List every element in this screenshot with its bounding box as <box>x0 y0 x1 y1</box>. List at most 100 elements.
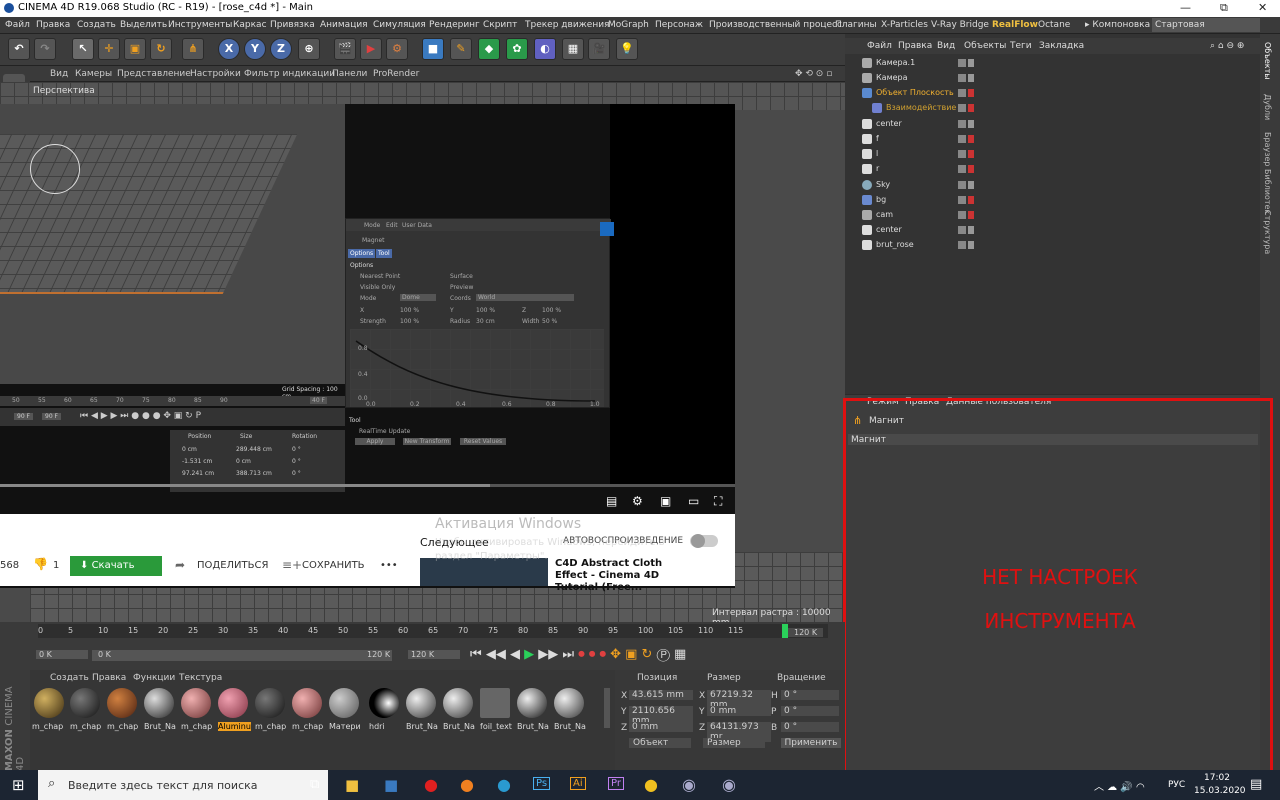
menu-snap[interactable]: Привязка <box>270 20 315 30</box>
visibility-dot[interactable] <box>968 241 974 249</box>
minimize-button[interactable]: — <box>1180 1 1191 14</box>
download-button[interactable]: ⬇ Скачать <box>70 556 162 576</box>
visibility-dot[interactable] <box>968 104 974 112</box>
mat-menu-create[interactable]: Создать <box>50 673 89 683</box>
vp-menu-prorender[interactable]: ProRender <box>373 69 419 79</box>
mat-menu-edit[interactable]: Правка <box>92 673 126 683</box>
pos-z-field[interactable]: 0 mm <box>629 722 693 732</box>
size-y-field[interactable]: 0 mm <box>707 706 771 716</box>
cube-button[interactable]: ■ <box>422 38 444 60</box>
vp-menu-cameras[interactable]: Камеры <box>75 69 112 79</box>
clock-date[interactable]: 15.03.2020 <box>1194 786 1246 796</box>
y-axis-button[interactable]: Y <box>244 38 266 60</box>
rot-p-field[interactable]: 0 ° <box>781 706 839 716</box>
menu-animate[interactable]: Анимация <box>320 20 368 30</box>
visibility-dot[interactable] <box>968 226 974 234</box>
material-ball[interactable] <box>70 688 100 718</box>
undo-button[interactable]: ↶ <box>8 38 30 60</box>
notifications-icon[interactable]: ▤ <box>1250 777 1262 792</box>
vp-menu-view[interactable]: Вид <box>50 69 68 79</box>
visibility-dot[interactable] <box>968 89 974 97</box>
clock-time[interactable]: 17:02 <box>1204 773 1230 783</box>
menu-vray[interactable]: V-Ray Bridge <box>931 20 989 30</box>
menu-create[interactable]: Создать <box>77 20 116 30</box>
material-scrollbar[interactable] <box>604 688 610 728</box>
object-row[interactable]: brut_rose <box>848 238 1258 253</box>
object-row[interactable]: l <box>848 147 1258 162</box>
menu-xparticles[interactable]: X-Particles <box>881 20 928 30</box>
menu-plugins[interactable]: Плагины <box>835 20 877 30</box>
object-row[interactable]: Камера.1 <box>848 56 1258 71</box>
language-indicator[interactable]: РУС <box>1168 780 1185 790</box>
telegram-icon[interactable]: ● <box>497 775 511 794</box>
material-ball[interactable] <box>107 688 137 718</box>
coord-system-button[interactable]: ⊕ <box>298 38 320 60</box>
theater-icon[interactable]: ▭ <box>688 494 699 508</box>
key-icons[interactable]: ✥ ▣ ↻ <box>610 647 652 662</box>
visibility-dot[interactable] <box>968 211 974 219</box>
menu-script[interactable]: Скрипт <box>483 20 517 30</box>
visibility-dot[interactable] <box>968 135 974 143</box>
explorer-icon[interactable]: ■ <box>345 776 359 794</box>
material-ball[interactable] <box>255 688 285 718</box>
fullscreen-icon[interactable]: ⛶ <box>714 494 722 509</box>
video-progress[interactable] <box>0 484 735 487</box>
move-tool-button[interactable]: ✛ <box>98 38 120 60</box>
object-row[interactable]: cam <box>848 208 1258 223</box>
visibility-dot[interactable] <box>968 74 974 82</box>
object-row-selected[interactable]: Объект Плоскость <box>848 86 1258 101</box>
material-ball[interactable] <box>554 688 584 718</box>
windows-start-icon[interactable]: ⊞ <box>12 776 25 794</box>
save-icon[interactable]: ≡+ <box>282 558 302 572</box>
tab-takes[interactable]: Дубли <box>1263 94 1272 120</box>
premiere-icon[interactable]: Pr <box>608 777 624 790</box>
object-row-child[interactable]: Взаимодействие <box>848 101 1258 116</box>
firefox-icon[interactable]: ● <box>460 775 474 794</box>
light-button[interactable]: 💡 <box>616 38 638 60</box>
object-row[interactable]: Камера <box>848 71 1258 86</box>
object-row[interactable]: r <box>848 162 1258 177</box>
obj-menu-file[interactable]: Файл <box>867 41 892 51</box>
dislike-icon[interactable]: 👎 <box>33 557 48 571</box>
vp-menu-display[interactable]: Представление <box>117 69 191 79</box>
material-ball[interactable] <box>34 688 64 718</box>
menu-select[interactable]: Выделить <box>120 20 167 30</box>
visibility-dot[interactable] <box>968 165 974 173</box>
camera-button[interactable]: 🎥 <box>588 38 610 60</box>
scale-tool-button[interactable]: ▣ <box>124 38 146 60</box>
visibility-dot[interactable] <box>968 150 974 158</box>
transport-controls[interactable]: ⏮ ◀◀ ◀ ▶ ▶▶ ⏭ ⏺ ⏺ ⏺ ✥ ▣ ↻ Ⓟ ▦ <box>470 647 686 662</box>
floor-button[interactable]: ▦ <box>562 38 584 60</box>
visibility-dot[interactable] <box>968 196 974 204</box>
object-row[interactable]: center <box>848 117 1258 132</box>
material-ball[interactable] <box>517 688 547 718</box>
material-ball[interactable] <box>443 688 473 718</box>
miniplayer-icon[interactable]: ▣ <box>660 494 671 508</box>
material-ball[interactable] <box>480 688 510 718</box>
tab-content-browser[interactable]: Браузер Библиотек <box>1263 132 1272 214</box>
rot-b-field[interactable]: 0 ° <box>781 722 839 732</box>
menu-tools[interactable]: Инструменты <box>168 20 232 30</box>
taskbar-search[interactable]: ⌕ Введите здесь текст для поиска <box>38 770 328 800</box>
coord-size-select[interactable]: Размер <box>703 738 765 748</box>
menu-simulate[interactable]: Симуляция <box>373 20 426 30</box>
chrome-icon[interactable]: ● <box>644 775 658 794</box>
close-button[interactable]: ✕ <box>1258 1 1267 14</box>
deformer-button[interactable]: ◐ <box>534 38 556 60</box>
task-view-icon[interactable]: ⧉ <box>310 777 319 792</box>
redo-button[interactable]: ↷ <box>34 38 56 60</box>
illustrator-icon[interactable]: Ai <box>570 777 586 790</box>
object-row[interactable]: bg <box>848 193 1258 208</box>
menu-layout[interactable]: ▸ Компоновка <box>1085 20 1150 30</box>
maximize-button[interactable]: ⧉ <box>1220 1 1228 15</box>
more-button[interactable]: ••• <box>380 560 398 571</box>
vp-menu-filter[interactable]: Фильтр индикации <box>244 69 335 79</box>
obj-menu-edit[interactable]: Правка <box>898 41 932 51</box>
render-picture-button[interactable]: ▶ <box>360 38 382 60</box>
menu-realflow[interactable]: RealFlow <box>992 20 1038 30</box>
menu-render[interactable]: Рендеринг <box>429 20 480 30</box>
end-frame-field[interactable]: 120 K <box>408 650 460 659</box>
render-view-button[interactable]: 🎬 <box>334 38 356 60</box>
obj-menu-bookmarks[interactable]: Закладка <box>1039 41 1084 51</box>
mat-menu-function[interactable]: Функции <box>133 673 175 683</box>
